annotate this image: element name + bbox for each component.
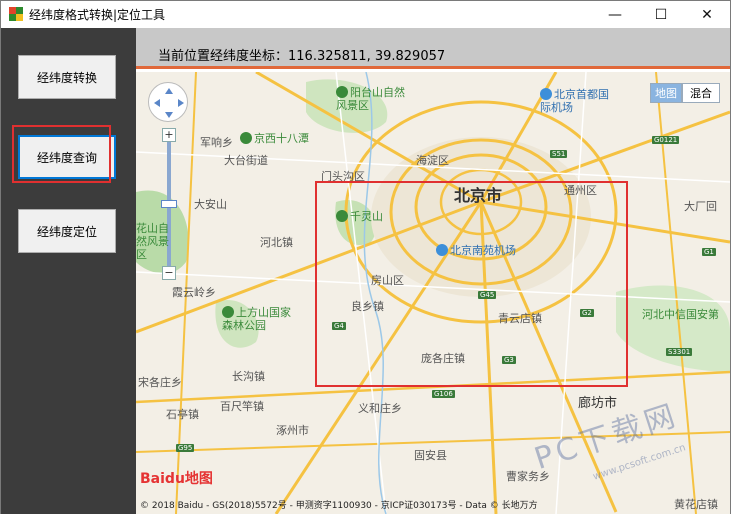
label-daxingmen: 大厂回 — [684, 200, 717, 213]
label-xiayunling: 霞云岭乡 — [172, 286, 216, 299]
zoom-in-button[interactable]: + — [162, 128, 176, 142]
airport-capital-icon — [540, 88, 552, 100]
label-airport-capital: 北京首都国际机场 — [540, 88, 610, 114]
pan-arrows-icon — [154, 88, 184, 118]
label-shigetuan: 石亭镇 — [166, 408, 199, 421]
map-type-hybrid-label: 混合 — [690, 87, 712, 100]
close-icon: ✕ — [701, 6, 713, 23]
shield-s3301: S3301 — [666, 348, 693, 356]
maximize-icon: ☐ — [654, 6, 668, 23]
park-jingxi-icon — [240, 132, 252, 144]
pan-control[interactable] — [148, 82, 188, 122]
park-yangtaishan-icon — [336, 86, 348, 98]
label-hebei: 河北镇 — [260, 236, 293, 249]
baidu-logo[interactable]: Baidu地图 — [140, 468, 213, 488]
minimize-button[interactable]: — — [592, 1, 638, 28]
label-jingxi18: 京西十八潭 — [240, 130, 309, 146]
app-window: 经纬度格式转换|定位工具 — ☐ ✕ 经纬度转换 经纬度查询 经纬度定位 当前位… — [0, 0, 731, 514]
label-dayanshan: 大安山 — [194, 198, 227, 211]
label-hebeizhongxin: 河北中信国安第 — [642, 308, 719, 321]
coordinate-bar: 当前位置经纬度坐标：116.325811, 39.829057 — [136, 28, 730, 69]
label-junzhuang: 军响乡 — [200, 136, 233, 149]
shield-g0121: G0121 — [652, 136, 680, 144]
label-huashan: 花山自然风景区 — [136, 222, 169, 261]
label-haidian: 海淀区 — [416, 154, 449, 167]
label-baichigan: 百尺竿镇 — [220, 400, 264, 413]
maximize-button[interactable]: ☐ — [638, 1, 684, 28]
map-type-map-button[interactable]: 地图 — [650, 83, 682, 103]
label-guan: 固安县 — [414, 449, 447, 462]
label-datai: 大台街道 — [224, 154, 268, 167]
label-songzhuang: 宋各庄乡 — [138, 376, 182, 389]
window-title: 经纬度格式转换|定位工具 — [29, 8, 166, 22]
highlight-box — [12, 125, 111, 183]
label-yihe: 义和庄乡 — [358, 402, 402, 415]
shield-s51: S51 — [550, 150, 568, 158]
title-bar: 经纬度格式转换|定位工具 — ☐ ✕ — [1, 1, 730, 28]
sidebar: 经纬度转换 经纬度查询 经纬度定位 — [1, 28, 136, 514]
map-view[interactable]: 地图 混合 + − 北京市 海淀区 门头沟区 房山区 通州区 廊坊市 涿州市 固… — [136, 72, 730, 514]
shield-g106: G106 — [432, 390, 455, 398]
app-icon — [9, 7, 23, 21]
locate-button[interactable]: 经纬度定位 — [18, 209, 116, 253]
minimize-icon: — — [608, 6, 622, 23]
map-copyright: © 2018 Baidu - GS(2018)5572号 - 甲测资字11009… — [140, 501, 538, 511]
label-jingxi18-text: 京西十八潭 — [254, 132, 309, 145]
zoom-out-icon: − — [164, 266, 174, 279]
coordinate-text: 当前位置经纬度坐标：116.325811, 39.829057 — [158, 49, 446, 64]
convert-button-label: 经纬度转换 — [36, 70, 97, 85]
locate-button-label: 经纬度定位 — [36, 224, 97, 239]
convert-button[interactable]: 经纬度转换 — [18, 55, 116, 99]
shield-g1: G1 — [702, 248, 716, 256]
park-shangfangshan-icon — [222, 306, 234, 318]
map-type-hybrid-button[interactable]: 混合 — [682, 83, 720, 103]
zoom-in-icon: + — [164, 128, 174, 141]
zoom-slider-handle[interactable] — [161, 200, 177, 208]
map-type-map-label: 地图 — [655, 87, 677, 100]
selection-rectangle — [315, 181, 628, 387]
close-button[interactable]: ✕ — [684, 1, 730, 28]
label-zhuozhou: 涿州市 — [276, 424, 309, 437]
label-shangfangshan: 上方山国家森林公园 — [222, 306, 298, 332]
shield-g95: G95 — [176, 444, 195, 452]
label-huanghua: 黄花店镇 — [674, 498, 718, 511]
zoom-out-button[interactable]: − — [162, 266, 176, 280]
label-yangtaishan: 阳台山自然风景区 — [336, 86, 406, 112]
label-changgou: 长沟镇 — [232, 370, 265, 383]
